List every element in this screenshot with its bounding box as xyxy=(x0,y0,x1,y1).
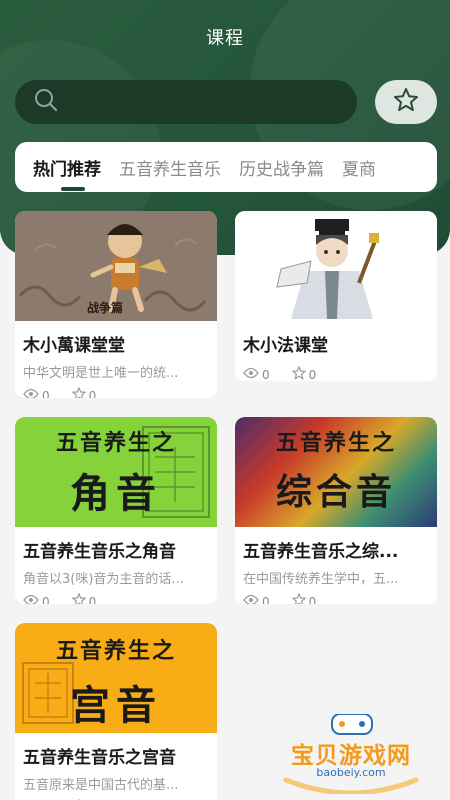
star-outline-icon xyxy=(71,592,87,604)
banner-heading: 五音养生之 xyxy=(275,430,396,456)
star-outline-icon xyxy=(71,386,87,398)
course-description: 在中国传统养生学中，五... xyxy=(243,572,399,587)
banner-title: 综合音 xyxy=(275,471,396,513)
thumbnail-caption: 战争篇 xyxy=(87,301,124,315)
search-input[interactable] xyxy=(69,94,339,110)
star-count: 0 xyxy=(291,592,316,604)
watermark-url: baobeiy.com xyxy=(316,766,386,779)
star-outline-icon xyxy=(291,365,307,381)
view-count: 0 xyxy=(243,594,270,604)
banner-heading: 五音养生之 xyxy=(55,430,176,456)
course-card[interactable]: 木小法课堂 0 0 xyxy=(235,211,437,381)
tab-xia-shang[interactable]: 夏商 xyxy=(342,155,376,180)
eye-icon xyxy=(23,388,39,398)
course-card[interactable]: 五音养生之 角音 五音养生音乐之角音 角音以3(咪)音为主音的话... 0 0 xyxy=(15,417,217,604)
course-stats: 0 0 xyxy=(235,356,437,381)
course-title: 五音养生音乐之综... xyxy=(243,542,399,562)
search-bar[interactable] xyxy=(15,80,357,124)
course-thumbnail xyxy=(235,211,437,321)
view-count: 0 xyxy=(243,367,270,381)
course-title: 五音养生音乐之宫音 xyxy=(23,748,176,768)
course-card[interactable]: 战争篇 木小萬课堂堂 中华文明是世上唯一的统... 0 0 xyxy=(15,211,217,398)
star-count: 0 xyxy=(71,386,96,398)
page-title: 课程 xyxy=(206,28,244,49)
course-title: 木小萬课堂堂 xyxy=(23,336,125,356)
course-stats: 0 0 xyxy=(235,587,437,604)
banner-title: 角音 xyxy=(70,470,162,517)
banner-heading: 五音养生之 xyxy=(55,638,176,664)
tab-five-tone-music[interactable]: 五音养生音乐 xyxy=(119,155,221,180)
star-count: 0 xyxy=(291,365,316,381)
course-stats: 0 0 xyxy=(15,793,217,800)
view-count: 0 xyxy=(23,594,50,604)
course-description: 角音以3(咪)音为主音的话... xyxy=(23,572,184,587)
favorites-button[interactable] xyxy=(375,80,437,124)
course-thumbnail: 五音养生之 宫音 xyxy=(15,623,217,733)
star-count: 0 xyxy=(71,592,96,604)
site-watermark: 宝贝游戏网 baobeiy.com xyxy=(276,714,426,794)
course-card[interactable]: 五音养生之 宫音 五音养生音乐之宫音 五音原来是中国古代的基... 0 0 xyxy=(15,623,217,800)
course-stats: 0 0 xyxy=(15,381,217,398)
star-outline-icon xyxy=(291,592,307,604)
search-icon xyxy=(33,87,59,117)
eye-icon xyxy=(243,594,259,604)
tab-hot-recommend[interactable]: 热门推荐 xyxy=(33,155,101,191)
course-title: 木小法课堂 xyxy=(243,336,328,356)
course-description: 五音原来是中国古代的基... xyxy=(23,778,179,793)
eye-icon xyxy=(243,367,259,381)
eye-icon xyxy=(23,594,39,604)
category-tabs: 热门推荐 五音养生音乐 历史战争篇 夏商 xyxy=(15,142,437,192)
course-description: 中华文明是世上唯一的统... xyxy=(23,366,179,381)
course-card[interactable]: 五音养生之 综合音 五音养生音乐之综... 在中国传统养生学中，五... 0 0 xyxy=(235,417,437,604)
tab-history-war[interactable]: 历史战争篇 xyxy=(239,155,324,180)
banner-title: 宫音 xyxy=(70,682,162,729)
watermark-name: 宝贝游戏网 xyxy=(291,743,411,769)
course-stats: 0 0 xyxy=(15,587,217,604)
view-count: 0 xyxy=(23,388,50,398)
star-icon xyxy=(392,86,420,118)
course-thumbnail: 五音养生之 综合音 xyxy=(235,417,437,527)
course-title: 五音养生音乐之角音 xyxy=(23,542,176,562)
course-thumbnail: 五音养生之 角音 xyxy=(15,417,217,527)
course-thumbnail: 战争篇 xyxy=(15,211,217,321)
